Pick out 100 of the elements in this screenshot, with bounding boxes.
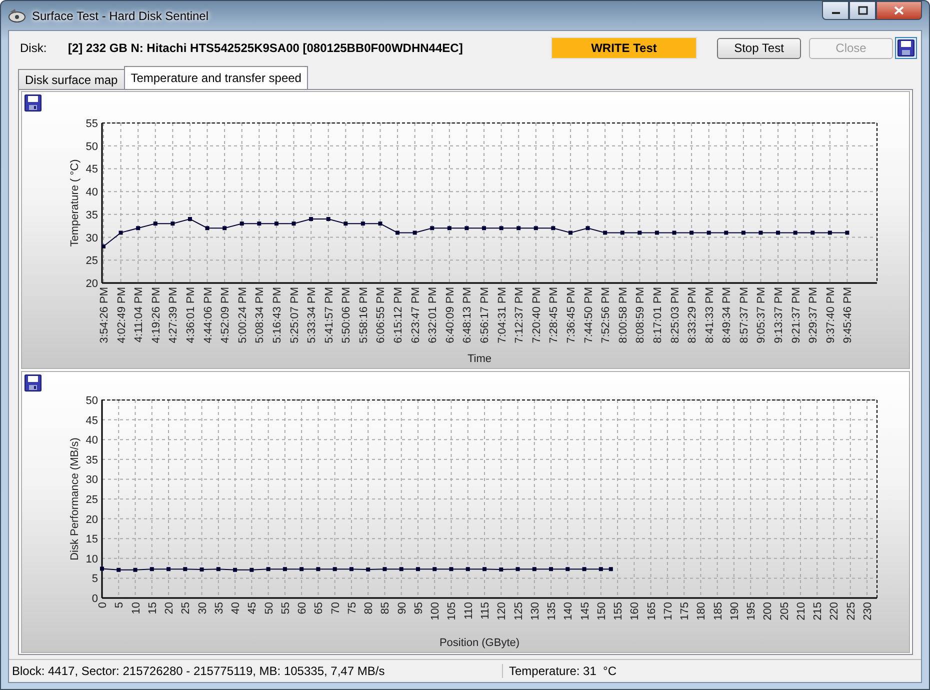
data-point: [758, 230, 763, 235]
tick-label: 40: [86, 434, 98, 447]
maximize-button[interactable]: [849, 1, 876, 20]
tick-label: 30: [86, 474, 98, 486]
tick-label: 55: [280, 602, 292, 614]
data-point: [516, 226, 521, 230]
tick-label: 25: [86, 494, 98, 506]
tick-label: 185: [712, 602, 724, 620]
data-point: [222, 226, 227, 230]
tick-label: 5: [92, 573, 98, 586]
tick-label: 25: [86, 255, 98, 268]
data-point: [432, 567, 437, 572]
data-point: [200, 568, 204, 572]
data-point: [430, 226, 434, 230]
data-point: [250, 568, 254, 572]
tick-label: 50: [86, 395, 98, 407]
data-point: [586, 226, 590, 230]
data-point: [499, 226, 504, 230]
tick-label: 4:52:09 PM: [220, 287, 232, 344]
data-point: [257, 222, 262, 226]
data-point: [266, 567, 270, 572]
data-point: [466, 567, 470, 572]
tick-label: 180: [696, 602, 708, 620]
tick-label: 45: [86, 414, 98, 427]
data-point: [706, 230, 711, 235]
data-point: [100, 566, 104, 571]
tick-label: 6:40:09 PM: [444, 287, 456, 344]
tick-label: 8:25:03 PM: [669, 287, 682, 344]
data-point: [332, 567, 337, 572]
tick-label: 5: [114, 602, 126, 608]
data-point: [136, 226, 140, 230]
tick-label: 4:27:39 PM: [168, 287, 180, 344]
minimize-button[interactable]: [822, 1, 849, 20]
tick-label: 6:06:55 PM: [375, 287, 388, 344]
data-point: [499, 568, 504, 572]
tick-label: 6:23:47 PM: [410, 287, 422, 344]
tick-label: 6:32:01 PM: [427, 287, 440, 344]
tick-label: 230: [862, 602, 874, 620]
data-point: [399, 567, 404, 572]
data-point: [102, 244, 106, 248]
tick-label: 7:36:45 PM: [565, 287, 578, 344]
data-point: [274, 222, 278, 226]
tick-label: 4:44:06 PM: [202, 287, 214, 344]
tick-label: 165: [646, 602, 658, 620]
tick-label: 190: [728, 602, 741, 620]
tick-label: 3:54:26 PM: [98, 287, 110, 344]
data-point: [603, 230, 608, 235]
tick-label: 9:05:37 PM: [756, 287, 768, 344]
tick-label: 4:19:26 PM: [150, 287, 162, 344]
tick-label: 5:50:06 PM: [340, 287, 353, 344]
tick-label: 80: [363, 602, 376, 614]
tab[interactable]: Disk surface map: [18, 69, 125, 89]
tick-label: 225: [845, 602, 858, 620]
tick-label: 35: [213, 602, 226, 614]
data-point: [810, 230, 815, 235]
tick-label: 9:29:37 PM: [808, 287, 820, 344]
data-point: [382, 567, 387, 572]
tick-label: 8:41:33 PM: [704, 287, 716, 344]
data-point: [309, 217, 314, 221]
save-button[interactable]: [895, 37, 917, 59]
tab[interactable]: Temperature and transfer speed: [124, 66, 308, 89]
data-point: [638, 230, 642, 235]
data-point: [582, 567, 586, 572]
data-point: [654, 230, 659, 235]
data-point: [482, 567, 486, 572]
data-point: [447, 226, 452, 230]
tick-label: 65: [313, 602, 326, 614]
maximize-icon: [858, 6, 868, 15]
data-point: [344, 222, 348, 226]
tick-label: 0: [92, 593, 98, 605]
data-point: [166, 567, 171, 572]
tick-label: 8:08:59 PM: [634, 287, 647, 344]
tick-label: 95: [412, 602, 425, 614]
axis-title: Position (GByte): [439, 637, 520, 649]
tick-label: 4:36:01 PM: [184, 287, 197, 344]
tick-label: 170: [662, 602, 674, 620]
tick-label: 15: [86, 534, 98, 546]
data-point: [598, 567, 603, 572]
test-mode-indicator: WRITE Test: [551, 37, 697, 59]
tick-label: 195: [746, 602, 758, 620]
disk-label: Disk:: [20, 41, 48, 55]
data-point: [349, 567, 354, 572]
data-point: [300, 567, 304, 572]
tick-label: 20: [86, 278, 98, 290]
tick-label: 145: [579, 602, 592, 620]
tick-label: 110: [462, 602, 475, 620]
axis-title: Disk Performance (MB/s): [69, 438, 81, 560]
data-point: [412, 230, 417, 235]
tick-label: 6:15:12 PM: [392, 287, 405, 344]
tick-label: 6:56:17 PM: [479, 287, 491, 344]
tick-label: 120: [496, 602, 508, 620]
stop-button[interactable]: Stop Test: [717, 38, 801, 58]
close-button[interactable]: [876, 1, 922, 20]
tick-label: 220: [828, 602, 841, 620]
tick-label: 20: [86, 514, 98, 526]
tick-label: 7:44:50 PM: [582, 287, 595, 344]
data-point: [516, 567, 520, 572]
tick-label: 40: [230, 602, 242, 614]
data-point: [316, 567, 320, 572]
data-point: [205, 226, 210, 230]
